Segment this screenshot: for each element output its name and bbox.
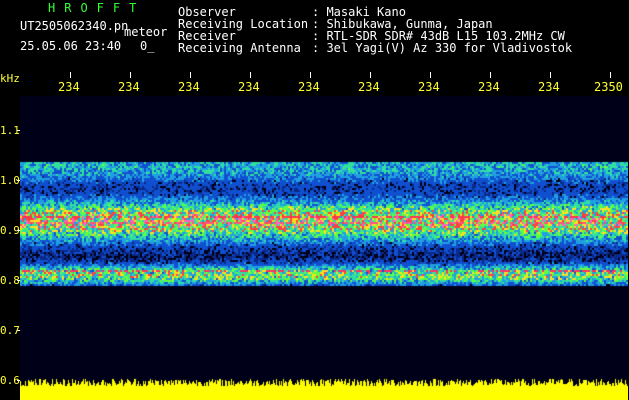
time-label: 234 <box>538 80 560 94</box>
time-label: 234 <box>58 80 80 94</box>
timestamp: 25.05.06 23:40 <box>20 39 122 53</box>
time-tick <box>550 72 551 78</box>
time-label: 234 <box>238 80 260 94</box>
spectrogram <box>20 96 628 400</box>
time-label: 234 <box>358 80 380 94</box>
freq-unit-label: kHz <box>0 72 20 85</box>
time-label: 234 <box>178 80 200 94</box>
count-indicator: 0_ <box>140 39 155 53</box>
app-title: HROFFT <box>48 1 146 15</box>
antenna-value: : 3el Yagi(V) Az 330 for Vladivostok <box>312 41 573 55</box>
antenna-label: Receiving Antenna <box>178 41 301 55</box>
time-label: 2350 <box>594 80 623 94</box>
file-name: UT2505062340.pn <box>20 19 129 33</box>
time-tick <box>250 72 251 78</box>
time-tick <box>490 72 491 78</box>
time-tick <box>310 72 311 78</box>
time-label: 234 <box>118 80 140 94</box>
time-tick <box>370 72 371 78</box>
time-tick <box>430 72 431 78</box>
time-label: 234 <box>418 80 440 94</box>
time-label: 234 <box>298 80 320 94</box>
time-tick <box>610 72 611 78</box>
file-suffix: meteor <box>124 25 168 39</box>
time-tick <box>190 72 191 78</box>
spectrogram-canvas <box>20 96 628 400</box>
time-label: 234 <box>478 80 500 94</box>
time-tick <box>130 72 131 78</box>
time-tick <box>70 72 71 78</box>
